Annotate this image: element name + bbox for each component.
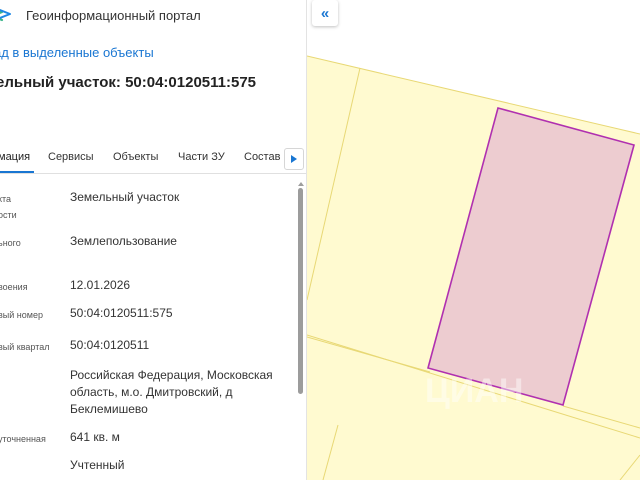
- property-label: вый номер: [0, 310, 43, 320]
- double-chevron-left-icon: «: [320, 4, 330, 22]
- tab-parcel-parts[interactable]: Части ЗУ: [178, 151, 225, 163]
- scroll-up-arrow-icon[interactable]: [298, 182, 304, 186]
- portal-title: Геоинформационный портал: [26, 8, 201, 23]
- property-label: кта: [0, 194, 12, 204]
- property-value: Учтенный: [70, 458, 125, 472]
- property-value: 12.01.2026: [70, 278, 131, 292]
- property-value: Земельный участок: [70, 190, 180, 204]
- map-watermark: ЦИАН: [425, 372, 523, 410]
- property-value: Землепользование: [70, 234, 177, 248]
- property-value: 641 кв. м: [70, 430, 120, 444]
- cadastral-map[interactable]: ЦИАН: [307, 0, 640, 480]
- property-value: 50:04:0120511:575: [70, 306, 173, 320]
- property-label: ьного: [0, 238, 21, 248]
- property-value: 50:04:0120511: [70, 338, 150, 352]
- tabs-scroll-right-button[interactable]: [284, 148, 304, 170]
- tab-bar: мация Сервисы Объекты Части ЗУ Состав: [0, 142, 306, 174]
- panel-scrollbar[interactable]: [297, 180, 305, 480]
- caret-right-icon: [291, 155, 297, 163]
- property-label: ости: [0, 210, 17, 220]
- info-panel: Геоинформационный портал ад в выделенные…: [0, 0, 307, 480]
- tab-services[interactable]: Сервисы: [48, 151, 94, 163]
- map-view[interactable]: ЦИАН «: [307, 0, 640, 480]
- object-title: ельный участок: 50:04:0120511:575: [0, 74, 257, 91]
- property-label: уточненная: [0, 434, 46, 444]
- tab-objects[interactable]: Объекты: [113, 151, 158, 163]
- back-to-selection-link[interactable]: ад в выделенные объекты: [0, 45, 154, 60]
- portal-logo-icon: [0, 9, 11, 22]
- property-value: Российская Федерация, Московская область…: [70, 368, 273, 416]
- property-label: воения: [0, 282, 28, 292]
- collapse-panel-button[interactable]: «: [312, 0, 338, 26]
- tab-composition[interactable]: Состав: [244, 151, 280, 163]
- tab-information[interactable]: мация: [0, 151, 30, 163]
- property-label: вый квартал: [0, 342, 50, 352]
- scrollbar-thumb[interactable]: [298, 188, 303, 394]
- active-tab-indicator: [0, 171, 34, 173]
